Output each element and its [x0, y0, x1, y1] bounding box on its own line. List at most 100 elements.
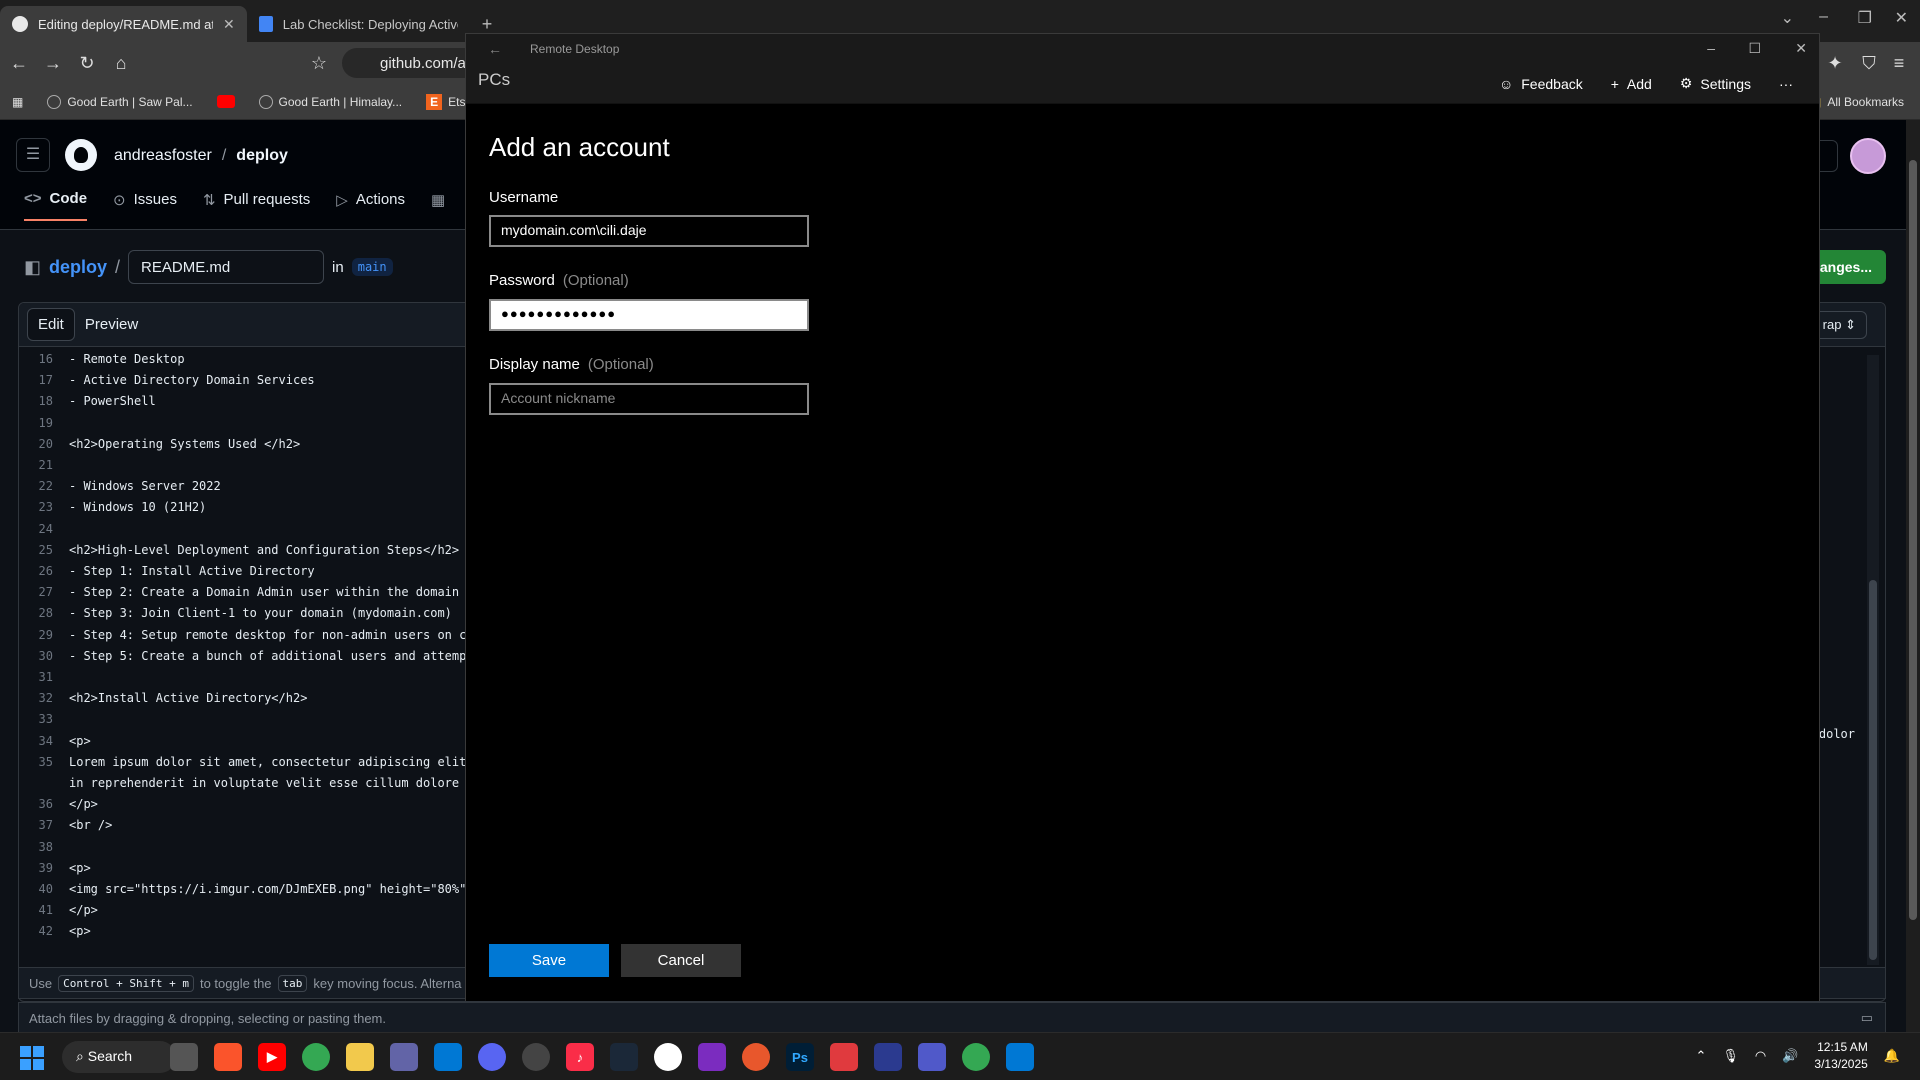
more-options-icon[interactable]: ··· [1779, 76, 1793, 92]
line-text: - Step 5: Create a bunch of additional u… [69, 648, 467, 663]
app-icon[interactable] [830, 1043, 858, 1071]
tab-editing-readme[interactable]: Editing deploy/README.md at main ✕ [0, 6, 247, 42]
taskbar-search[interactable]: ⌕ Search [62, 1041, 176, 1073]
github-logo-icon[interactable] [65, 139, 97, 171]
github-favicon-icon [12, 16, 28, 32]
photoshop-icon[interactable]: Ps [786, 1043, 814, 1071]
tab-search-icon[interactable]: ⌄ [1781, 8, 1794, 28]
wifi-icon[interactable]: ◠ [1755, 1048, 1766, 1064]
add-button[interactable]: + Add [1611, 76, 1652, 92]
back-icon[interactable]: ← [488, 41, 502, 57]
minimize-icon[interactable]: – [1819, 8, 1828, 26]
line-text: - Step 2: Create a Domain Admin user wit… [69, 585, 460, 600]
edit-tab[interactable]: Edit [27, 308, 75, 341]
line-number: 42 [38, 924, 53, 939]
steam-icon[interactable] [610, 1043, 638, 1071]
discord-icon[interactable] [478, 1043, 506, 1071]
filename-input[interactable] [128, 250, 325, 284]
file-explorer-icon[interactable] [346, 1043, 374, 1071]
photos-icon[interactable] [1006, 1043, 1034, 1071]
attach-files-area[interactable]: Attach files by dragging & dropping, sel… [18, 1002, 1886, 1034]
app-icon[interactable] [742, 1043, 770, 1071]
chevron-up-icon[interactable]: ⌃ [1695, 1048, 1706, 1064]
username-value: mydomain.com\cili.daje [501, 222, 647, 238]
music-icon[interactable]: ♪ [566, 1043, 594, 1071]
apps-icon[interactable]: ▦ [0, 95, 35, 109]
close-window-icon[interactable]: ✕ [1895, 8, 1908, 28]
repo-link[interactable]: deploy [49, 257, 107, 278]
page-scrollbar-thumb[interactable] [1909, 160, 1917, 920]
avatar[interactable] [1850, 138, 1886, 174]
bookmark-icon[interactable]: ☆ [304, 53, 334, 74]
display-name-field[interactable]: Account nickname [489, 383, 809, 415]
bookmark-item[interactable]: Good Earth | Himalay... [247, 94, 415, 109]
line-text: - Step 4: Setup remote desktop for non-a… [69, 627, 467, 642]
tab-pull-requests[interactable]: ⇅ Pull requests [203, 190, 310, 221]
line-number: 30 [38, 648, 53, 663]
feedback-button[interactable]: ☺ Feedback [1499, 76, 1583, 92]
tab-projects[interactable]: ▦ [431, 190, 445, 221]
back-icon[interactable]: ← [4, 53, 34, 74]
remote-desktop-app-icon[interactable] [522, 1043, 550, 1071]
preview-tab[interactable]: Preview [75, 309, 148, 340]
windows-start-icon[interactable] [20, 1046, 44, 1070]
display-name-label: Display name (Optional) [489, 356, 654, 373]
repo-link[interactable]: deploy [236, 147, 288, 164]
teams-icon[interactable] [918, 1043, 946, 1071]
close-tab-icon[interactable]: ✕ [223, 16, 235, 33]
minimize-icon[interactable]: – [1707, 40, 1715, 56]
line-text: Lorem ipsum dolor sit amet, consectetur … [69, 754, 467, 769]
chrome-icon[interactable] [962, 1043, 990, 1071]
chrome-icon[interactable] [302, 1043, 330, 1071]
line-number: 26 [38, 564, 53, 579]
optional-hint: (Optional) [562, 272, 629, 289]
username-field[interactable]: mydomain.com\cili.daje [489, 215, 809, 247]
shield-icon[interactable]: ⛉ [1854, 53, 1884, 74]
reload-icon[interactable]: ↻ [72, 53, 102, 74]
app-icon[interactable] [654, 1043, 682, 1071]
youtube-app-icon[interactable]: ▶ [258, 1043, 286, 1071]
maximize-icon[interactable]: ☐ [1748, 40, 1761, 57]
bookmark-item[interactable]: Good Earth | Saw Pal... [35, 94, 204, 109]
menu-icon[interactable]: ≡ [1884, 53, 1914, 74]
brave-icon[interactable] [214, 1043, 242, 1071]
cancel-button[interactable]: Cancel [621, 944, 741, 977]
store-icon[interactable] [434, 1043, 462, 1071]
password-field[interactable]: ●●●●●●●●●●●●● [489, 299, 809, 331]
hamburger-menu-icon[interactable]: ☰ [16, 138, 50, 172]
settings-button[interactable]: ⚙ Settings [1680, 75, 1751, 92]
task-view-icon[interactable] [170, 1043, 198, 1071]
docs-favicon-icon [258, 16, 273, 32]
bookmark-youtube[interactable] [205, 95, 247, 108]
restore-icon[interactable]: ❐ [1858, 8, 1872, 28]
microphone-icon[interactable]: 🎙 [1722, 1048, 1739, 1064]
close-icon[interactable]: ✕ [1795, 40, 1807, 57]
tab-issues[interactable]: ⊙ Issues [113, 190, 177, 221]
volume-icon[interactable]: 🔊 [1782, 1048, 1798, 1064]
forward-icon[interactable]: → [38, 53, 68, 74]
scrollbar-thumb[interactable] [1869, 580, 1877, 960]
notes-app-icon[interactable] [390, 1043, 418, 1071]
date: 3/13/2025 [1814, 1057, 1868, 1071]
tab-label: Pull requests [223, 191, 311, 208]
page-scrollbar[interactable] [1906, 120, 1920, 1040]
line-number: 28 [38, 606, 53, 621]
app-icon[interactable] [874, 1043, 902, 1071]
home-icon[interactable]: ⌂ [106, 53, 136, 74]
notification-icon[interactable]: 🔔 [1884, 1048, 1900, 1064]
extension-icon[interactable]: ✦ [1820, 53, 1850, 74]
affinity-icon[interactable] [698, 1043, 726, 1071]
line-number: 23 [38, 500, 53, 515]
tab-label: Issues [133, 191, 177, 208]
optional-hint: (Optional) [587, 356, 654, 373]
owner-link[interactable]: andreasfoster [114, 147, 212, 164]
hint-shortcut: Control + Shift + m [58, 974, 194, 992]
clock[interactable]: 12:15 AM 3/13/2025 [1814, 1039, 1867, 1073]
file-tree-icon[interactable]: ◧ [24, 257, 41, 278]
save-button[interactable]: Save [489, 944, 609, 977]
tab-lab-checklist[interactable]: Lab Checklist: Deploying Active Director… [247, 6, 470, 42]
tab-code[interactable]: <> Code [24, 190, 88, 221]
editor-scrollbar[interactable] [1867, 355, 1879, 965]
tab-actions[interactable]: ▷ Actions [336, 190, 405, 221]
search-icon: ⌕ [76, 1048, 88, 1064]
